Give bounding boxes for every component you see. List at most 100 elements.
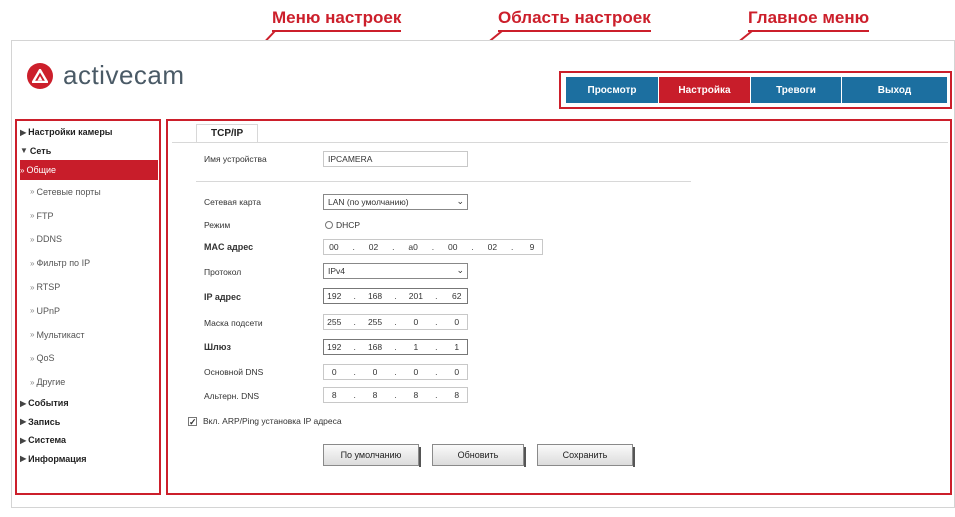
sidebar-item-label: Общие [26,165,57,175]
mac-octet: 02 [487,242,498,252]
sidebar-item[interactable]: ▶ Система [20,431,158,450]
caret-right-icon: ▶ [20,127,27,137]
dns1-label: Основной DNS [204,367,264,377]
mask-octet: 0 [413,317,419,327]
sidebar-item[interactable]: » QoS [20,347,158,371]
main-menu: Просмотр Настройка Тревоги Выход [566,77,947,103]
gateway-octet: 168 [367,342,383,352]
menu-preview-button[interactable]: Просмотр [566,77,658,103]
double-chevron-icon: » [30,258,35,268]
callout-settings-menu: Меню настроек [272,8,402,32]
network-card-select[interactable]: LAN (по умолчанию) ⌄ [323,194,468,210]
network-card-value: LAN (по умолчанию) [328,197,409,207]
double-chevron-icon: » [30,234,35,244]
mode-label: Режим [204,220,231,230]
save-button[interactable]: Сохранить [537,444,635,467]
sidebar-item[interactable]: ▶ События [20,394,158,413]
dns1-octet: 0 [331,367,337,377]
sidebar-item-label: UPnP [36,305,60,316]
dhcp-radio[interactable] [325,221,333,229]
mac-octet: 00 [329,242,339,252]
dns2-octet: 8 [372,390,378,400]
caret-right-icon: ▶ [20,398,27,408]
refresh-button[interactable]: Обновить [432,444,526,467]
sidebar-item[interactable]: » Общие [20,160,158,180]
mac-octet: 9 [529,242,535,252]
sidebar-item[interactable]: ▶ Настройки камеры [20,123,158,142]
gateway-field[interactable]: 192. 168. 1. 1 [323,339,468,355]
ip-octet: 201 [408,291,423,301]
arp-ping-checkbox[interactable]: ✓ [188,416,197,426]
sidebar-item-label: Запись [28,416,61,427]
callout-settings-area: Область настроек [498,8,651,32]
menu-alarms-button[interactable]: Тревоги [750,77,841,103]
gateway-octet: 192 [327,342,342,352]
mask-octet: 255 [327,317,342,327]
sidebar-item-label: Настройки камеры [28,127,113,138]
sidebar-item-label: Другие [36,377,66,388]
default-button[interactable]: По умолчанию [323,444,421,467]
mask-octet: 255 [367,317,383,327]
sidebar-item[interactable]: » DDNS [20,228,158,252]
ip-octet: 168 [367,291,383,301]
sidebar-item[interactable]: » Мультикаст [20,323,158,347]
sidebar-item-label: RTSP [36,282,61,293]
gateway-octet: 1 [454,342,460,352]
secondary-dns-field[interactable]: 8. 8. 8. 8 [323,387,468,403]
caret-right-icon: ▶ [20,417,27,427]
ip-octet: 192 [327,291,342,301]
mac-octet: a0 [408,242,418,252]
sidebar-item[interactable]: » FTP [20,204,158,228]
chevron-down-icon: ⌄ [456,265,464,275]
sidebar-item-label: FTP [36,210,54,221]
sidebar-item[interactable]: » UPnP [20,299,158,323]
sidebar-item[interactable]: » Другие [20,370,158,394]
logo-text: activecam [63,60,185,90]
sidebar-item-label: Система [28,435,67,446]
double-chevron-icon: » [30,282,35,292]
sidebar-item[interactable]: » RTSP [20,275,158,299]
sidebar-item-label: DDNS [36,234,62,245]
menu-logout-button[interactable]: Выход [841,77,947,103]
double-chevron-icon: » [30,211,35,221]
sidebar-item-label: Мультикаст [36,329,85,340]
protocol-select[interactable]: IPv4 ⌄ [323,263,468,279]
gateway-octet: 1 [413,342,419,352]
tab-tcpip[interactable]: TCP/IP [196,124,259,142]
protocol-value: IPv4 [328,266,346,276]
sidebar-item[interactable]: ▶ Запись [20,413,158,432]
settings-area-highlight [166,119,952,495]
device-name-field[interactable]: IPCAMERA [323,151,468,167]
logo-mark-icon [27,62,53,89]
protocol-label: Протокол [204,267,242,277]
sidebar-item-label: Фильтр по IP [36,258,91,269]
mode-value-text: DHCP [336,220,361,230]
sidebar-item[interactable]: ▶ Информация [20,450,158,469]
caret-down-icon: ▼ [20,146,28,156]
dns1-octet: 0 [454,367,460,377]
logo: activecam [27,60,185,91]
settings-menu: ▶ Настройки камеры ▼ Сеть» Общие» Сетевые пор… [20,123,158,468]
sidebar-item[interactable]: ▼ Сеть [20,142,158,161]
subnet-mask-field[interactable]: 255. 255. 0. 0 [323,314,468,330]
double-chevron-icon: » [30,353,35,363]
double-chevron-icon: » [30,306,35,316]
divider [196,181,691,182]
ip-address-field[interactable]: 192. 168. 201. 62 [323,288,468,304]
caret-right-icon: ▶ [20,454,27,464]
caret-right-icon: ▶ [20,435,27,445]
sidebar-item-label: Информация [28,453,87,464]
dns1-octet: 0 [372,367,378,377]
tab-bar: TCP/IP [172,124,948,143]
mac-octet: 00 [448,242,458,252]
primary-dns-field[interactable]: 0. 0. 0. 0 [323,364,468,380]
sidebar-item[interactable]: » Сетевые порты [20,180,158,204]
arp-ping-label: Вкл. ARP/Ping установка IP адреса [203,416,342,426]
dns2-label: Альтерн. DNS [204,391,260,401]
mac-label: MAC адрес [204,242,254,252]
chevron-down-icon: ⌄ [456,196,464,206]
menu-settings-button[interactable]: Настройка [658,77,750,103]
sidebar-item[interactable]: » Фильтр по IP [20,251,158,275]
mask-octet: 0 [454,317,460,327]
sidebar-item-label: События [28,398,69,409]
